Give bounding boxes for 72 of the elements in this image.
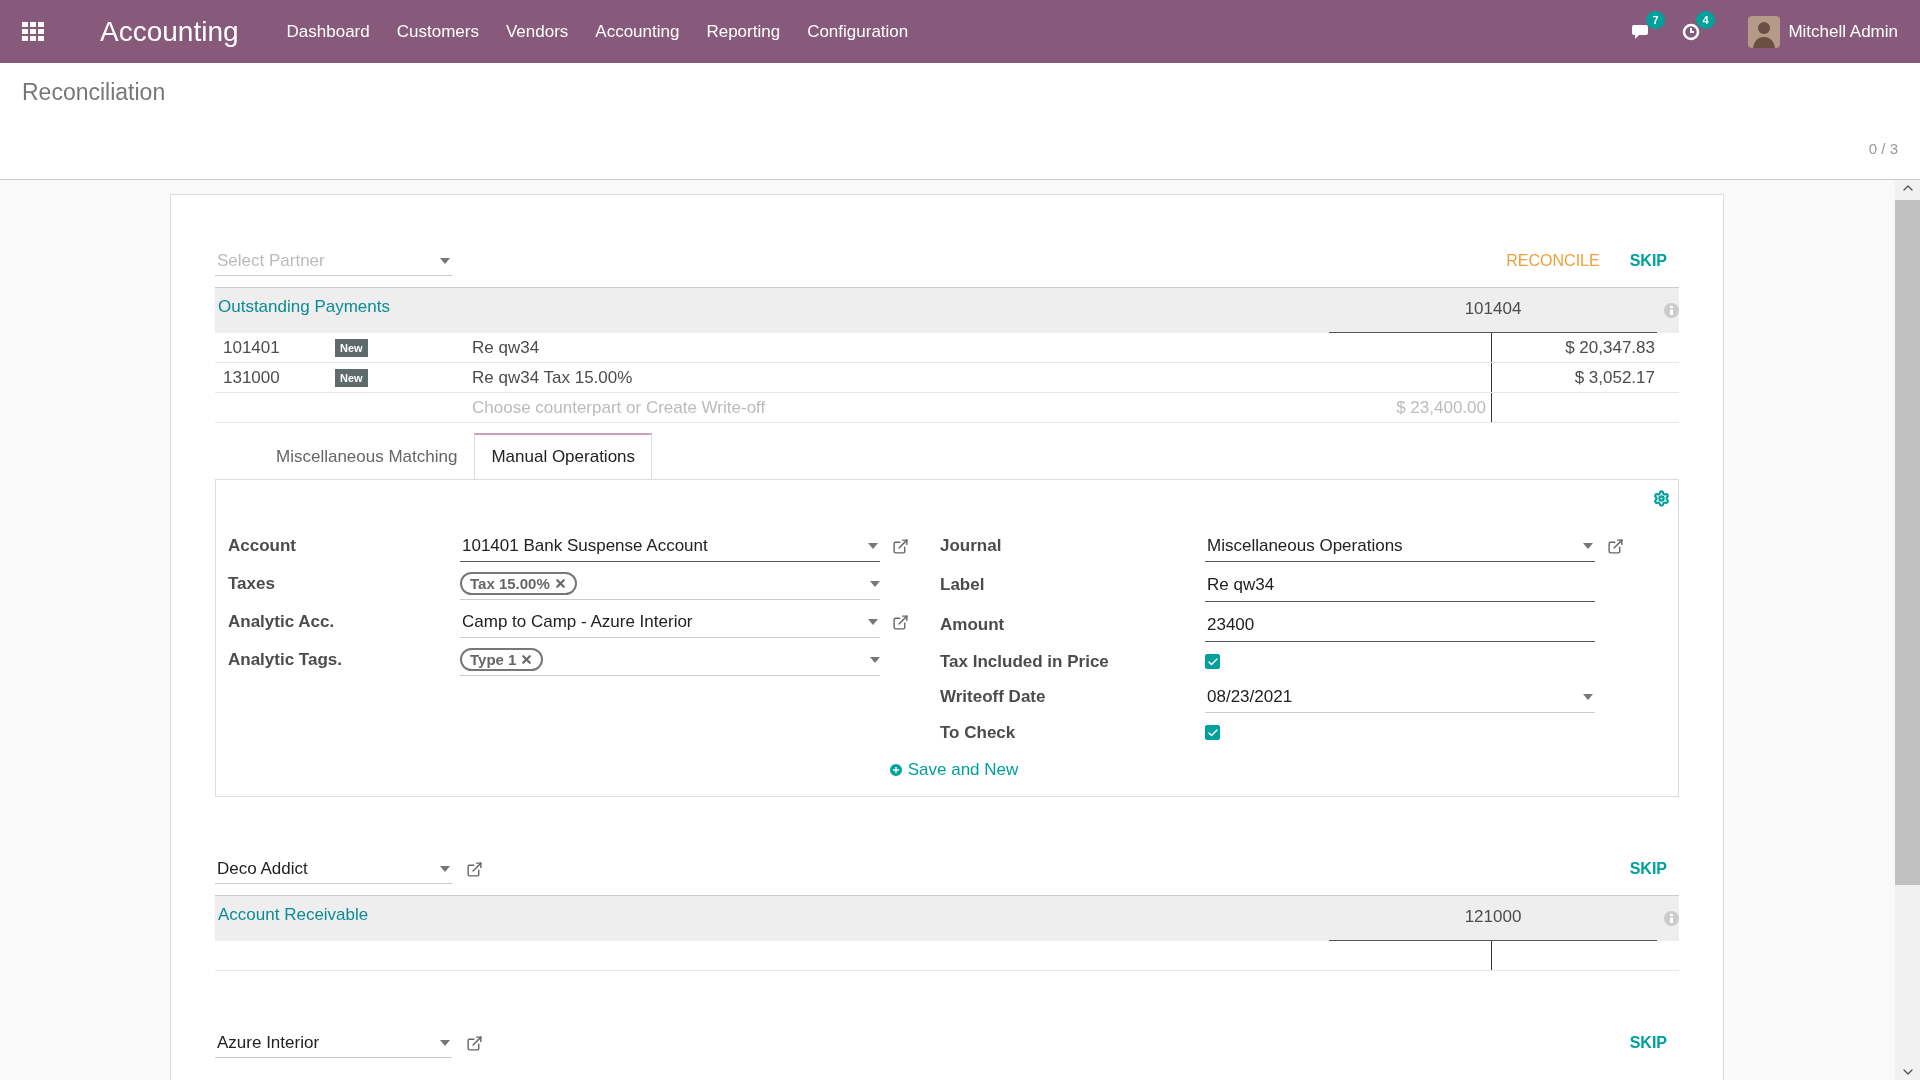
scrollbar[interactable] — [1895, 180, 1920, 1080]
caret-icon — [870, 580, 880, 587]
select-field[interactable]: Miscellaneous Operations — [1205, 530, 1595, 562]
account-cell: 131000 — [215, 363, 327, 393]
pager: 0 / 3 — [1868, 140, 1898, 157]
settings-icon[interactable] — [1653, 490, 1670, 507]
amount-cell: $ 3,052.17 — [1492, 363, 1657, 393]
field-label: Analytic Acc. — [228, 612, 336, 632]
external-link-icon[interactable] — [1606, 537, 1624, 555]
caret-icon — [1583, 542, 1593, 549]
external-link-icon[interactable] — [891, 613, 909, 631]
save-and-new-button[interactable]: Save and New — [887, 760, 1019, 780]
checkbox[interactable] — [1205, 654, 1220, 669]
new-badge: New — [335, 368, 368, 387]
caret-icon — [868, 618, 878, 625]
menu-item[interactable]: Reporting — [706, 21, 781, 42]
tag-chip[interactable]: Type 1 — [460, 648, 544, 671]
plus-icon — [887, 762, 904, 778]
counterpart-total: $ 23,400.00 — [1329, 393, 1492, 423]
caret-icon — [1583, 693, 1593, 700]
tags-field[interactable]: Type 1 — [460, 644, 880, 676]
clock-icon[interactable] — [1682, 22, 1701, 41]
caret-icon — [440, 1039, 450, 1046]
app-title: Accounting — [100, 15, 239, 48]
select-field[interactable]: 101401 Bank Suspense Account — [460, 530, 880, 562]
remove-icon[interactable] — [520, 653, 534, 666]
amount-cell: $ 20,347.83 — [1492, 333, 1657, 363]
partner-field[interactable]: Azure Interior — [215, 1028, 452, 1058]
skip-button[interactable]: SKIP — [1629, 252, 1667, 270]
activity-count: 4 — [1696, 10, 1715, 29]
field-label: Tax Included in Price — [940, 651, 1110, 672]
partner-field[interactable]: Deco Addict — [215, 854, 452, 884]
external-link-icon[interactable] — [891, 537, 909, 555]
select-field[interactable]: 08/23/2021 — [1205, 681, 1595, 713]
menu-item[interactable]: Configuration — [807, 21, 909, 42]
avatar — [1748, 15, 1781, 48]
field-label: To Check — [940, 722, 1017, 743]
menu-item[interactable]: Dashboard — [286, 21, 370, 42]
field-label: Writeoff Date — [940, 687, 1047, 707]
skip-button[interactable]: SKIP — [1629, 1034, 1667, 1052]
caret-icon — [870, 656, 880, 663]
field-label: Analytic Tags. — [228, 650, 343, 670]
tab[interactable]: Manual Operations — [474, 433, 653, 480]
user-name: Mitchell Admin — [1788, 21, 1898, 42]
field-label: Journal — [940, 536, 1003, 556]
menu-item[interactable]: Accounting — [595, 21, 680, 42]
apps-menu-icon[interactable] — [22, 21, 44, 42]
field-label: Account — [228, 536, 297, 556]
menu-item[interactable]: Vendors — [505, 21, 569, 42]
new-badge: New — [335, 338, 368, 357]
remove-icon[interactable] — [553, 577, 567, 590]
account-link[interactable]: Account Receivable — [215, 896, 1329, 941]
line-label: Re qw34 — [464, 333, 1329, 363]
account-link[interactable]: Outstanding Payments — [215, 288, 1329, 333]
caret-icon — [440, 257, 450, 264]
caret-icon — [868, 542, 878, 549]
menu-item[interactable]: Customers — [396, 21, 479, 42]
line-label: Re qw34 Tax 15.00% — [464, 363, 1329, 393]
select-field[interactable]: Camp to Camp - Azure Interior — [460, 606, 880, 638]
checkbox[interactable] — [1205, 725, 1220, 740]
external-link-icon[interactable] — [466, 860, 483, 878]
breadcrumb: Reconciliation — [22, 79, 166, 105]
tag-chip[interactable]: Tax 15.00% — [460, 572, 577, 595]
account-cell: 101401 — [215, 333, 327, 363]
caret-icon — [440, 865, 450, 872]
field-label: Label — [940, 575, 986, 595]
message-count: 7 — [1646, 10, 1665, 29]
field-label: Amount — [940, 615, 1006, 635]
field-label: Taxes — [228, 574, 276, 594]
tags-field[interactable]: Tax 15.00% — [460, 568, 880, 600]
external-link-icon[interactable] — [466, 1034, 483, 1052]
skip-button[interactable]: SKIP — [1629, 860, 1667, 878]
